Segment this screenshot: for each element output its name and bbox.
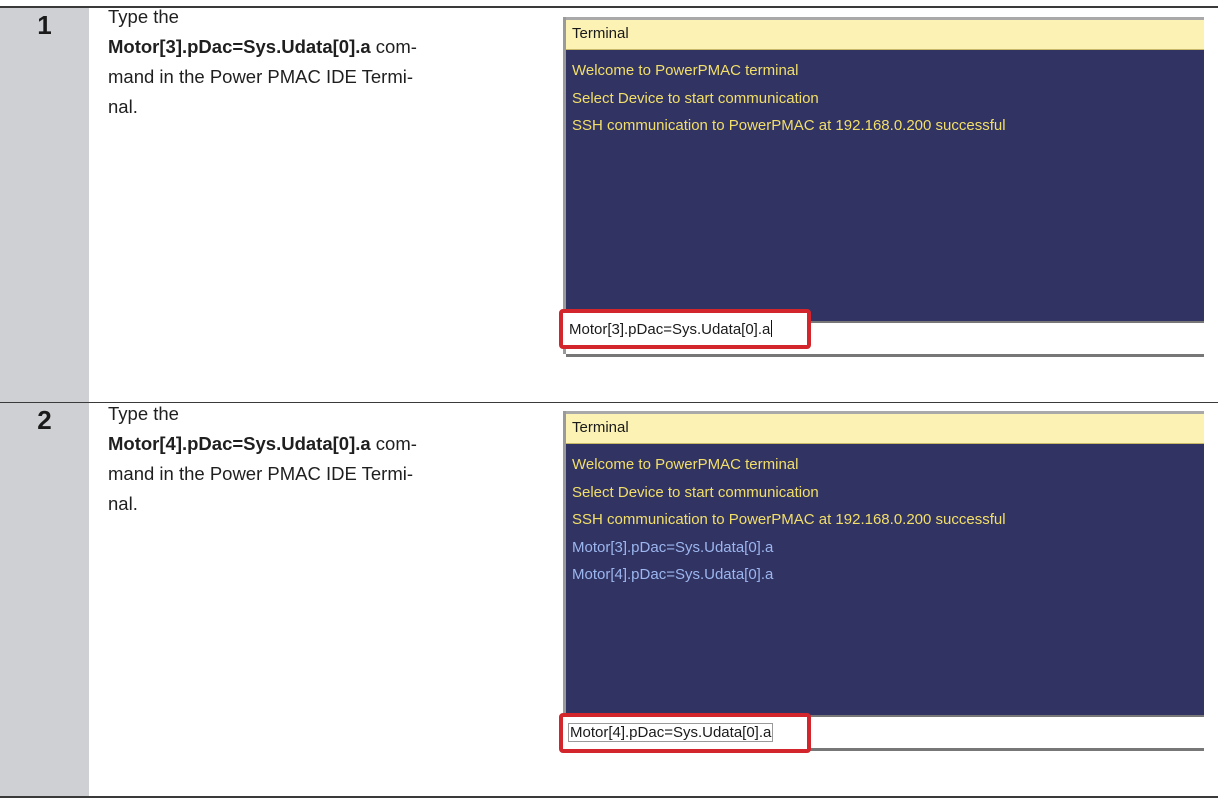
terminal-echo-line: Motor[3].pDac=Sys.Udata[0].a xyxy=(572,538,774,556)
terminal-line: Welcome to PowerPMAC terminal xyxy=(572,456,799,473)
terminal-command-input[interactable]: Motor[3].pDac=Sys.Udata[0].a xyxy=(559,309,811,349)
terminal-line: Select Device to start communication xyxy=(572,483,819,501)
terminal-line: SSH communication to PowerPMAC at 192.16… xyxy=(572,117,1006,134)
desc-line: mand in the Power PMAC IDE Termi- xyxy=(108,66,414,87)
input-value: Motor[3].pDac=Sys.Udata[0].a xyxy=(569,321,771,338)
desc-line: Type the xyxy=(108,6,179,27)
desc-text: com- xyxy=(370,433,417,454)
terminal-header: Terminal xyxy=(566,411,1204,444)
terminal-command-input[interactable]: Motor[4].pDac=Sys.Udata[0].a xyxy=(559,713,811,753)
terminal-line: SSH communication to PowerPMAC at 192.16… xyxy=(572,511,1006,528)
terminal-line: Welcome to PowerPMAC terminal xyxy=(572,62,799,79)
desc-line: Motor[4].pDac=Sys.Udata[0].a com- xyxy=(108,429,508,459)
terminal-title: Terminal xyxy=(572,25,629,42)
command-text: Motor[4].pDac=Sys.Udata[0].a xyxy=(108,433,371,454)
terminal-title: Terminal xyxy=(572,419,629,436)
step-number: 2 xyxy=(37,405,52,435)
desc-text: com- xyxy=(370,36,417,57)
terminal-header: Terminal xyxy=(566,17,1204,50)
terminal-output: Welcome to PowerPMAC terminal Select Dev… xyxy=(572,451,1200,589)
input-value: Motor[4].pDac=Sys.Udata[0].a xyxy=(567,723,774,742)
step-description: Type the Motor[3].pDac=Sys.Udata[0].a co… xyxy=(108,2,508,122)
input-value-wrap: Motor[4].pDac=Sys.Udata[0].a xyxy=(567,723,774,742)
terminal-line: Select Device to start communication xyxy=(572,89,819,107)
text-caret xyxy=(771,320,773,337)
terminal-window: Terminal Welcome to PowerPMAC terminal S… xyxy=(563,17,1204,357)
step-description: Type the Motor[4].pDac=Sys.Udata[0].a co… xyxy=(108,399,508,519)
command-text: Motor[3].pDac=Sys.Udata[0].a xyxy=(108,36,371,57)
terminal-echo-line: Motor[4].pDac=Sys.Udata[0].a xyxy=(572,566,774,583)
desc-line: nal. xyxy=(108,96,138,117)
desc-line: mand in the Power PMAC IDE Termi- xyxy=(108,463,414,484)
step-number-cell: 1 xyxy=(0,8,89,402)
step-number: 1 xyxy=(37,10,52,40)
input-value-wrap: Motor[3].pDac=Sys.Udata[0].a xyxy=(569,320,773,338)
desc-line: Type the xyxy=(108,403,179,424)
step-number-cell: 2 xyxy=(0,403,89,796)
desc-line: Motor[3].pDac=Sys.Udata[0].a com- xyxy=(108,32,508,62)
terminal-window: Terminal Welcome to PowerPMAC terminal S… xyxy=(563,411,1204,751)
terminal-output: Welcome to PowerPMAC terminal Select Dev… xyxy=(572,57,1200,140)
desc-line: nal. xyxy=(108,493,138,514)
